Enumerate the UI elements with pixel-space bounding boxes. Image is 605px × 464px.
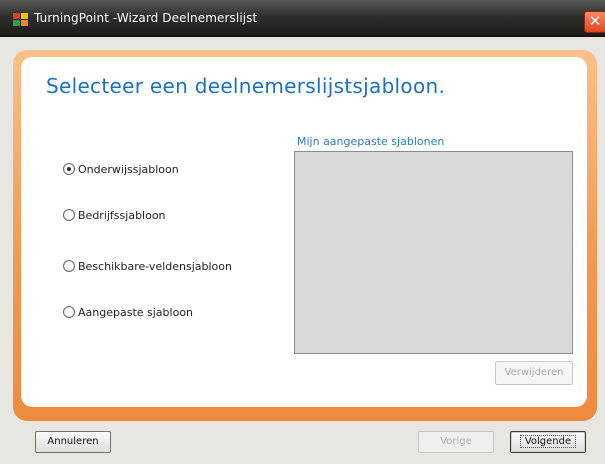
option-label: Beschikbare-veldensjabloon	[78, 259, 232, 273]
next-button[interactable]: Volgende	[510, 431, 586, 453]
option-label: Onderwijssjabloon	[78, 162, 179, 176]
custom-templates-label: Mijn aangepaste sjablonen	[297, 135, 445, 148]
turningpoint-logo-icon	[13, 13, 29, 27]
option-beschikbare-veldensjabloon[interactable]: Beschikbare-veldensjabloon	[63, 258, 232, 274]
option-label: Aangepaste sjabloon	[78, 305, 194, 319]
wizard-window: TurningPoint -Wizard Deelnemerslijst ✕ S…	[0, 0, 605, 464]
delete-button[interactable]: Verwijderen	[495, 361, 573, 385]
option-onderwijssjabloon[interactable]: Onderwijssjabloon	[63, 161, 179, 177]
radio-button[interactable]	[63, 260, 75, 272]
option-bedrijfssjabloon[interactable]: Bedrijfssjabloon	[63, 207, 166, 223]
wizard-content: Selecteer een deelnemerslijstsjabloon. O…	[21, 57, 587, 407]
custom-templates-list[interactable]	[294, 151, 573, 354]
radio-button[interactable]	[63, 209, 75, 221]
window-title: TurningPoint -Wizard Deelnemerslijst	[34, 11, 258, 25]
radio-button-checked[interactable]	[63, 163, 75, 175]
title-bar[interactable]: TurningPoint -Wizard Deelnemerslijst ✕	[0, 0, 605, 37]
next-button-label: Volgende	[519, 435, 577, 448]
radio-button[interactable]	[63, 306, 75, 318]
close-icon[interactable]: ✕	[584, 11, 605, 33]
back-button[interactable]: Vorige	[418, 431, 494, 453]
option-label: Bedrijfssjabloon	[78, 208, 166, 222]
option-aangepaste-sjabloon[interactable]: Aangepaste sjabloon	[63, 304, 193, 320]
cancel-button[interactable]: Annuleren	[35, 431, 111, 453]
page-title: Selecteer een deelnemerslijstsjabloon.	[46, 74, 446, 98]
